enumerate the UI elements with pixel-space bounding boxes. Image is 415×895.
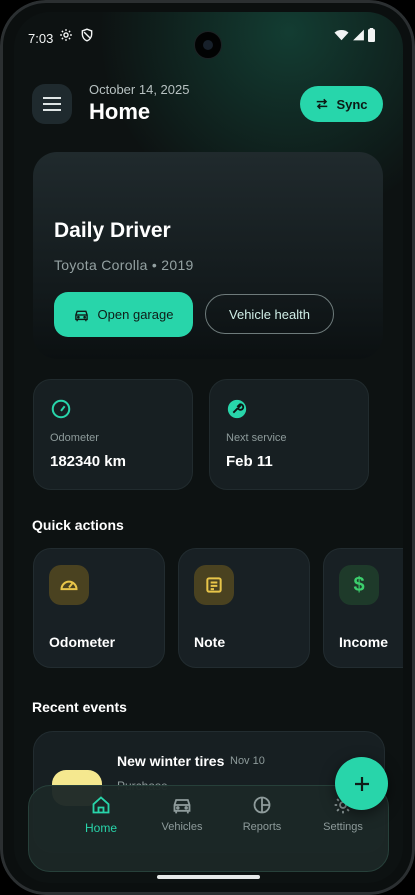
event-title: New winter tires (117, 753, 225, 769)
nav-vehicles[interactable]: Vehicles (142, 795, 222, 847)
home-icon (92, 796, 110, 814)
vehicle-name: Daily Driver (54, 219, 171, 242)
shield-status-icon (81, 28, 93, 42)
status-time: 7:03 (28, 31, 54, 46)
sync-button[interactable]: Sync (300, 86, 383, 122)
home-indicator[interactable] (157, 875, 260, 879)
phone-frame: 7:03 October 14, 2025 Home Sync Daily Dr… (0, 0, 415, 895)
nav-label: Vehicles (161, 821, 203, 833)
vehicle-hero-card: Daily Driver Toyota Corolla • 2019 Open … (33, 152, 383, 359)
quick-action-note[interactable]: Note (178, 548, 310, 668)
quick-action-label: Odometer (49, 634, 116, 650)
quick-actions-heading: Quick actions (32, 517, 124, 533)
signal-icon (353, 29, 364, 41)
odometer-value: 182340 km (50, 453, 126, 470)
header-date: October 14, 2025 (89, 82, 190, 97)
battery-icon (368, 28, 375, 42)
quick-action-label: Note (194, 634, 226, 650)
recent-events-heading: Recent events (32, 699, 127, 715)
quick-action-label: Income (339, 634, 389, 650)
odometer-stat-card[interactable]: Odometer 182340 km (33, 379, 193, 490)
car-icon (173, 799, 191, 814)
page-title: Home (89, 99, 151, 124)
quick-action-icon-box (194, 565, 234, 605)
nav-label: Reports (242, 821, 282, 833)
app-screen: 7:03 October 14, 2025 Home Sync Daily Dr… (14, 12, 403, 883)
next-service-label: Next service (226, 432, 287, 444)
event-date: Nov 10 (230, 755, 265, 767)
speedometer-icon (60, 580, 78, 591)
vehicle-subtitle: Toyota Corolla • 2019 (54, 257, 194, 273)
vehicle-health-button[interactable]: Vehicle health (205, 294, 334, 334)
nav-label: Home (84, 821, 117, 835)
quick-action-income[interactable]: $ Income (323, 548, 403, 668)
sync-label: Sync (336, 96, 368, 112)
plus-icon (354, 776, 369, 791)
vehicle-health-label: Vehicle health (229, 306, 310, 322)
status-bar: 7:03 (14, 12, 403, 62)
bottom-navigation: Home Vehicles Reports Settings (28, 785, 389, 872)
nav-home[interactable]: Home (61, 795, 141, 847)
nav-label: Settings (323, 821, 363, 833)
odometer-label: Odometer (50, 432, 99, 444)
open-garage-button[interactable]: Open garage (54, 292, 193, 337)
gear-status-icon (60, 29, 72, 41)
wifi-icon (334, 29, 349, 41)
front-camera (194, 31, 222, 59)
menu-button[interactable] (32, 84, 72, 124)
quick-action-icon-box (49, 565, 89, 605)
nav-reports[interactable]: Reports (222, 795, 302, 847)
sync-icon (317, 98, 328, 110)
next-service-stat-card[interactable]: Next service Feb 11 (209, 379, 369, 490)
note-icon (206, 577, 222, 593)
speedometer-icon (51, 399, 71, 419)
hamburger-icon (43, 97, 61, 111)
car-icon (74, 310, 88, 321)
next-service-value: Feb 11 (226, 453, 273, 470)
quick-action-odometer[interactable]: Odometer (33, 548, 165, 668)
add-button[interactable] (335, 757, 388, 810)
pie-chart-icon (253, 796, 271, 814)
open-garage-label: Open garage (97, 307, 174, 322)
quick-action-icon-box: $ (339, 565, 379, 605)
wrench-icon (227, 399, 247, 419)
dollar-icon: $ (353, 573, 365, 596)
